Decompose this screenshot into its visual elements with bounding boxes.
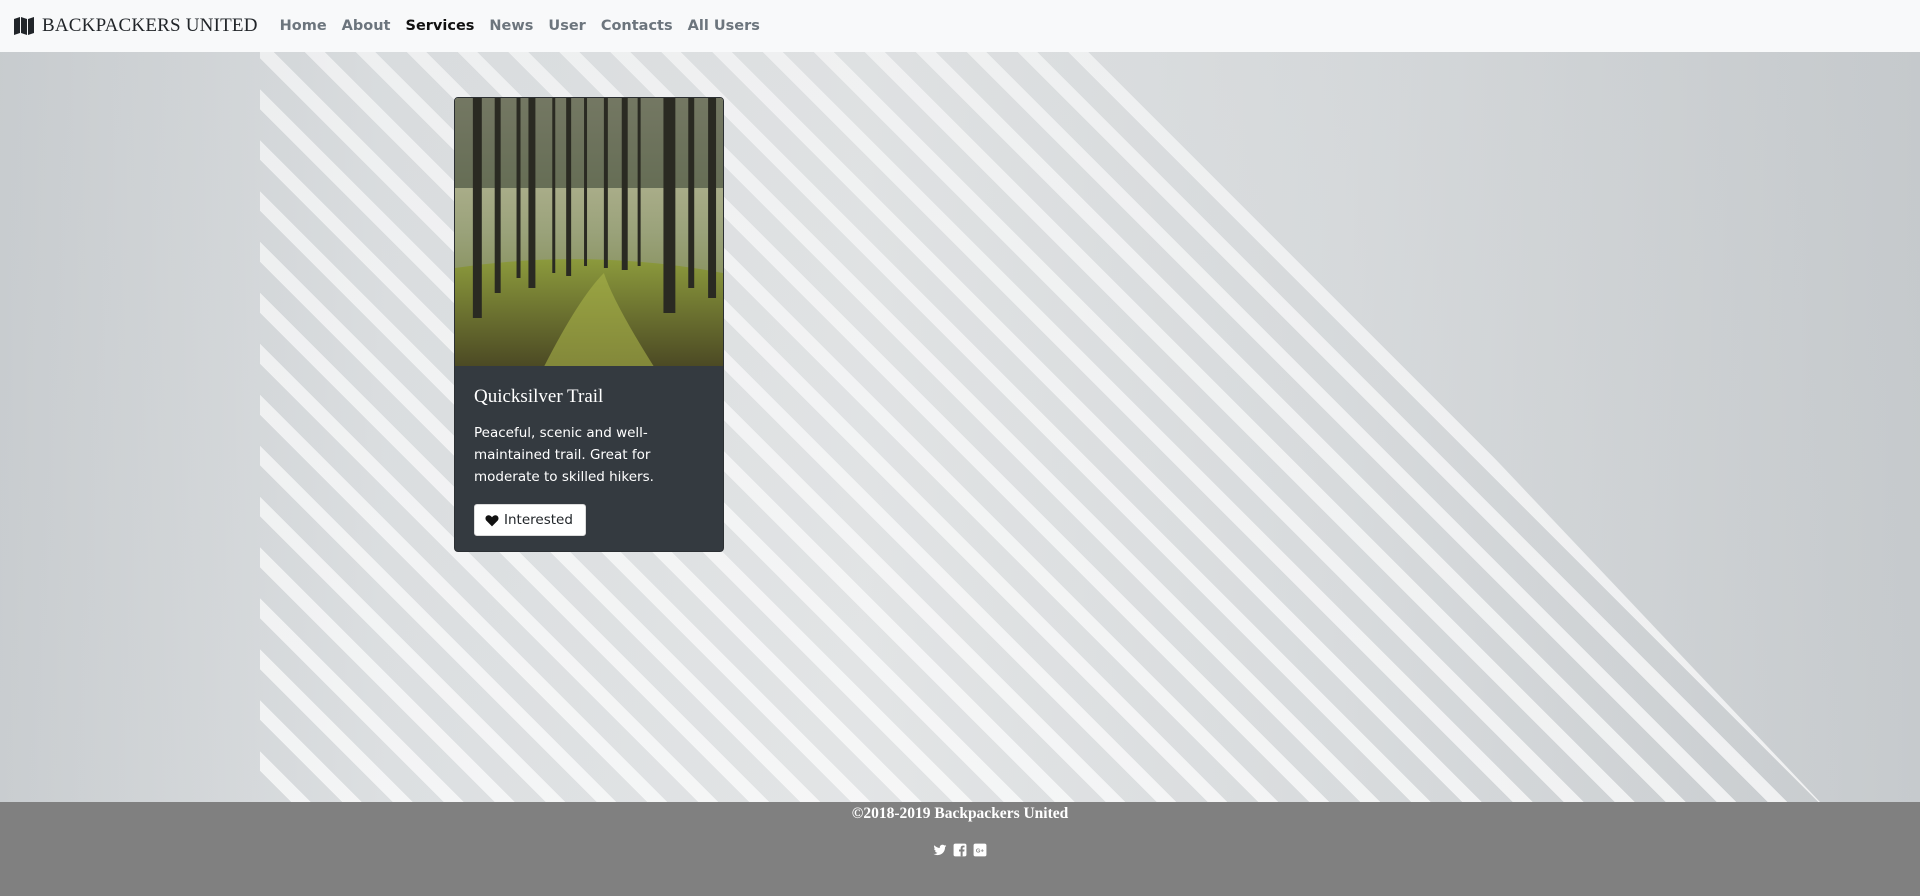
nav-links: Home About Services News User Contacts A…	[280, 18, 775, 34]
svg-text:G+: G+	[976, 848, 985, 854]
forest-image	[455, 98, 723, 366]
background-shade	[0, 52, 1920, 802]
trail-image	[455, 98, 723, 366]
copyright-text: ©2018-2019 Backpackers United	[851, 805, 1069, 822]
brand-name: BACKPACKERS UNITED	[42, 15, 258, 36]
trail-card: Quicksilver Trail Peaceful, scenic and w…	[454, 97, 724, 552]
map-icon	[14, 17, 34, 35]
card-title: Quicksilver Trail	[474, 386, 604, 407]
google-plus-icon[interactable]: G+	[973, 843, 987, 857]
card-description: Peaceful, scenic and well-maintained tra…	[474, 425, 654, 485]
twitter-icon[interactable]	[933, 843, 947, 857]
nav-link-about[interactable]: About	[342, 18, 391, 34]
footer: ©2018-2019 Backpackers United G+	[0, 802, 1920, 896]
nav-link-contacts[interactable]: Contacts	[601, 18, 673, 34]
facebook-icon[interactable]	[953, 843, 967, 857]
navbar: BACKPACKERS UNITED Home About Services N…	[0, 0, 1920, 52]
nav-link-home[interactable]: Home	[280, 18, 327, 34]
hero-background	[0, 52, 1920, 802]
interested-button-label: Interested	[504, 512, 573, 528]
nav-link-all-users[interactable]: All Users	[688, 18, 760, 34]
card-body: Quicksilver Trail Peaceful, scenic and w…	[455, 366, 723, 551]
social-links: G+	[0, 843, 1920, 857]
heart-icon	[485, 514, 499, 526]
interested-button[interactable]: Interested	[474, 504, 586, 536]
nav-link-news[interactable]: News	[489, 18, 533, 34]
nav-link-user[interactable]: User	[548, 18, 585, 34]
nav-link-services[interactable]: Services	[406, 18, 475, 34]
brand-link[interactable]: BACKPACKERS UNITED	[14, 15, 258, 37]
